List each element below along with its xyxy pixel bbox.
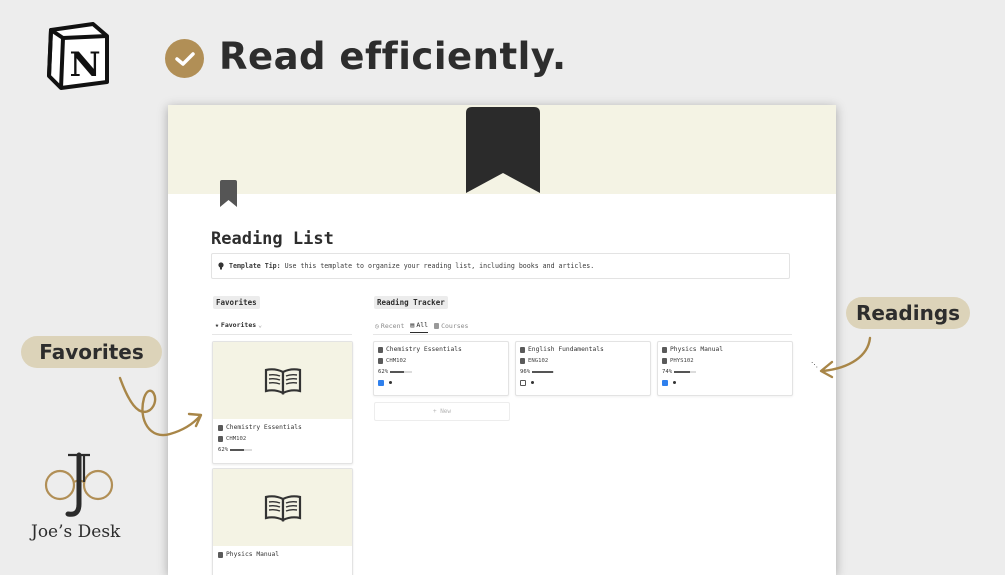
progress-bar: [674, 370, 697, 373]
progress-percent: 74%: [662, 368, 673, 375]
progress-percent: 62%: [378, 368, 389, 375]
reading-card[interactable]: Physics Manual PHYS102 74%: [657, 341, 793, 396]
notion-logo: N: [47, 22, 109, 90]
doc-icon: [662, 357, 667, 364]
clock-icon: ◷: [375, 321, 379, 330]
new-card-button[interactable]: + New: [374, 402, 510, 421]
progress-bar: [230, 448, 253, 451]
favorites-section-label: Favorites: [213, 296, 260, 309]
tab-label: Courses: [441, 321, 469, 330]
done-checkbox[interactable]: [378, 379, 384, 386]
progress-percent: 62%: [218, 446, 229, 453]
card-title: Chemistry Essentials: [226, 424, 302, 431]
view-tabs: ◷ Recent ▤ All Courses: [375, 321, 468, 333]
reading-tracker-section-label: Reading Tracker: [374, 296, 448, 309]
favorites-view-selector[interactable]: ★ Favorites ⌄: [215, 321, 262, 329]
doc-icon: [662, 346, 667, 353]
course-code: ENG102: [528, 357, 549, 364]
progress-bar: [390, 370, 413, 373]
done-checkbox[interactable]: [662, 379, 668, 386]
page-bookmark-icon[interactable]: [220, 180, 237, 207]
tab-label: All: [416, 321, 429, 329]
card-title: English Fundamentals: [528, 346, 604, 353]
check-badge-icon: [165, 39, 204, 78]
lightbulb-icon: [218, 262, 224, 270]
doc-icon: [520, 346, 525, 353]
database-icon: ▤: [410, 321, 415, 329]
notion-page-window: Reading List Template Tip: Use this temp…: [168, 105, 836, 575]
chevron-down-icon: ⌄: [258, 321, 263, 329]
doc-icon: [218, 551, 223, 558]
course-code: PHYS102: [670, 357, 694, 364]
favorites-callout: Favorites: [21, 336, 162, 368]
tab-courses[interactable]: Courses: [434, 321, 468, 333]
page-title: Reading List: [211, 229, 334, 249]
card-thumbnail: [213, 342, 352, 419]
tab-label: Recent: [380, 321, 405, 330]
drag-handle-icon[interactable]: ⋱: [811, 361, 818, 369]
template-tip-callout: Template Tip: Use this template to organ…: [211, 253, 790, 279]
doc-icon: [434, 322, 440, 329]
progress-bar: [532, 370, 555, 373]
tip-text: Use this template to organize your readi…: [284, 262, 595, 270]
done-checkbox[interactable]: [520, 379, 526, 386]
headline: Read efficiently.: [219, 35, 567, 78]
card-thumbnail: [213, 469, 352, 546]
tab-all[interactable]: ▤ All: [410, 321, 429, 333]
book-icon: [264, 494, 301, 522]
reading-card[interactable]: Chemistry Essentials CHM102 62%: [373, 341, 509, 396]
tip-label: Template Tip:: [229, 262, 281, 270]
doc-icon: [520, 357, 525, 364]
card-title: Physics Manual: [226, 551, 280, 558]
svg-text:N: N: [69, 45, 100, 85]
joes-desk-logo: [44, 452, 114, 517]
doc-icon: [378, 357, 383, 364]
book-icon: [264, 367, 301, 395]
course-code: CHM102: [226, 435, 247, 442]
favorite-card[interactable]: Physics Manual: [212, 468, 353, 575]
status-dot-icon: [673, 381, 676, 384]
card-title: Physics Manual: [670, 346, 724, 353]
favorites-view-label: Favorites: [220, 321, 257, 329]
doc-icon: [378, 346, 383, 353]
reading-card[interactable]: English Fundamentals ENG102 96%: [515, 341, 651, 396]
brand-name: Joe’s Desk: [31, 522, 121, 542]
star-icon: ★: [215, 321, 219, 329]
readings-callout: Readings: [846, 297, 970, 329]
course-code: CHM102: [386, 357, 407, 364]
favorite-card[interactable]: Chemistry Essentials CHM102 62%: [212, 341, 353, 464]
tab-recent[interactable]: ◷ Recent: [375, 321, 404, 333]
status-dot-icon: [531, 381, 534, 384]
doc-icon: [218, 435, 223, 442]
status-dot-icon: [389, 381, 392, 384]
doc-icon: [218, 424, 223, 431]
divider: [212, 334, 352, 335]
card-title: Chemistry Essentials: [386, 346, 462, 353]
bookmark-cover-icon: [466, 107, 540, 193]
progress-percent: 96%: [520, 368, 531, 375]
divider: [373, 334, 792, 335]
